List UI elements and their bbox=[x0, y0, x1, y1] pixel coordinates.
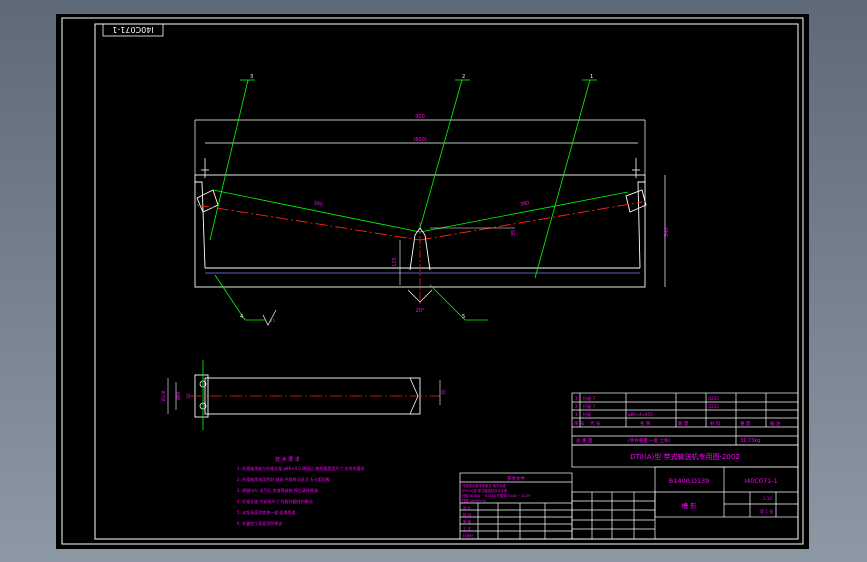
dim-end-c: 20 bbox=[186, 393, 191, 399]
sign-row-3: 审 核 bbox=[463, 519, 472, 524]
part-row-2-mat: Q235 bbox=[708, 404, 719, 409]
part-row-3-mat: Q235 bbox=[708, 396, 719, 401]
part-row-3-code: 托辊-7 bbox=[583, 395, 595, 401]
total-value: 31.73kg bbox=[740, 438, 760, 444]
sign-row-1: 设 计 bbox=[463, 505, 472, 510]
header-code: 代 号 bbox=[590, 420, 601, 427]
part-name: 槽 形 bbox=[681, 501, 697, 510]
reference-line-2: DTII(A)型 带式输送机设计手册 bbox=[462, 488, 508, 493]
assembly-note: (单件重量 一套 之和) bbox=[628, 437, 671, 444]
spec: B1400,D139 bbox=[669, 477, 709, 485]
part-row-2-code: 托辊-7 bbox=[583, 403, 595, 409]
dim-center-angle: 20° bbox=[416, 308, 425, 314]
scale: 1:10 bbox=[763, 496, 772, 501]
callout-5: 5 bbox=[462, 314, 465, 320]
part-row-1-spec: φ89×4×950 bbox=[628, 412, 653, 417]
note-line-3: 3. 焊缝均匀 无气孔 夹渣等缺陷 焊后清除焊渣 bbox=[237, 487, 318, 493]
roughness-label: 25 bbox=[270, 318, 276, 323]
note-line-2: 2. 托辊轴承选用密封 轴承 托辊转动灵活 无卡阻现象 bbox=[237, 476, 330, 482]
sheet-number: 第 1 张 bbox=[760, 508, 773, 514]
main-title: DTII(A)型 带式输送机专用图-2002 bbox=[630, 452, 740, 461]
cad-drawing-sheet: I40C071-1 900 (600) 380 380 125 35 20° 3… bbox=[56, 14, 809, 549]
note-line-5: 5. 支架表面涂底漆一道 面漆两道 bbox=[237, 509, 295, 515]
part-row-1-code: 托辊 bbox=[583, 411, 591, 417]
note-line-6: 6. 外露加工表面涂防锈油 bbox=[237, 520, 282, 526]
dim-end-d: 60 bbox=[441, 389, 446, 395]
notes-title: 技 术 要 求 bbox=[275, 456, 300, 463]
note-line-4: 4. 托辊长度 与安装尺寸 托辊外圆径向跳动 bbox=[237, 498, 313, 504]
total-label: 总 重 量 bbox=[576, 437, 593, 444]
header-name: 名 称 bbox=[640, 420, 651, 427]
header-no: 序 号 bbox=[574, 420, 585, 427]
reference-line-3: 托辊 B1000 ~ B1400 托辊组 D108 ~ D159 bbox=[462, 493, 530, 498]
dim-small: 35 bbox=[511, 230, 517, 236]
sign-row-2: 校 对 bbox=[463, 512, 472, 517]
header-remark: 备 注 bbox=[770, 420, 781, 427]
header-weight: 重 量 bbox=[740, 420, 751, 427]
dim-end-a: Ø108 bbox=[161, 390, 166, 401]
reference-header: 参考文件 bbox=[507, 475, 525, 482]
dim-end-b: Ø89 bbox=[176, 391, 181, 400]
sign-row-4: 工 艺 bbox=[463, 526, 472, 531]
callout-1: 1 bbox=[590, 74, 593, 80]
header-material: 材 料 bbox=[710, 420, 721, 427]
paper bbox=[56, 14, 809, 549]
callout-2: 2 bbox=[462, 74, 465, 80]
callout-3: 3 bbox=[250, 74, 253, 80]
dim-inner-width-label: (600) bbox=[413, 137, 426, 143]
dim-center-height: 125 bbox=[392, 257, 398, 267]
dim-height: 340 bbox=[664, 227, 670, 237]
header-qty: 数 量 bbox=[678, 420, 689, 427]
sign-row-5: 标准化 bbox=[463, 533, 474, 538]
dim-overall-width-label: 900 bbox=[415, 114, 425, 120]
sheet-code: I40C071-1 bbox=[112, 25, 153, 34]
reference-line-4: 托辊 GB990-91 bbox=[462, 498, 486, 503]
callout-4: 4 bbox=[240, 314, 243, 320]
note-line-1: 1. 托辊轴承座与托辊支架 φ89×4.0 焊接后 按托辊类型尺寸 应符合要求 bbox=[237, 465, 365, 471]
reference-line-1: 托辊组合基本参数见 相关标准 bbox=[462, 483, 507, 488]
drawing-no: I40C071-1 bbox=[744, 477, 778, 485]
